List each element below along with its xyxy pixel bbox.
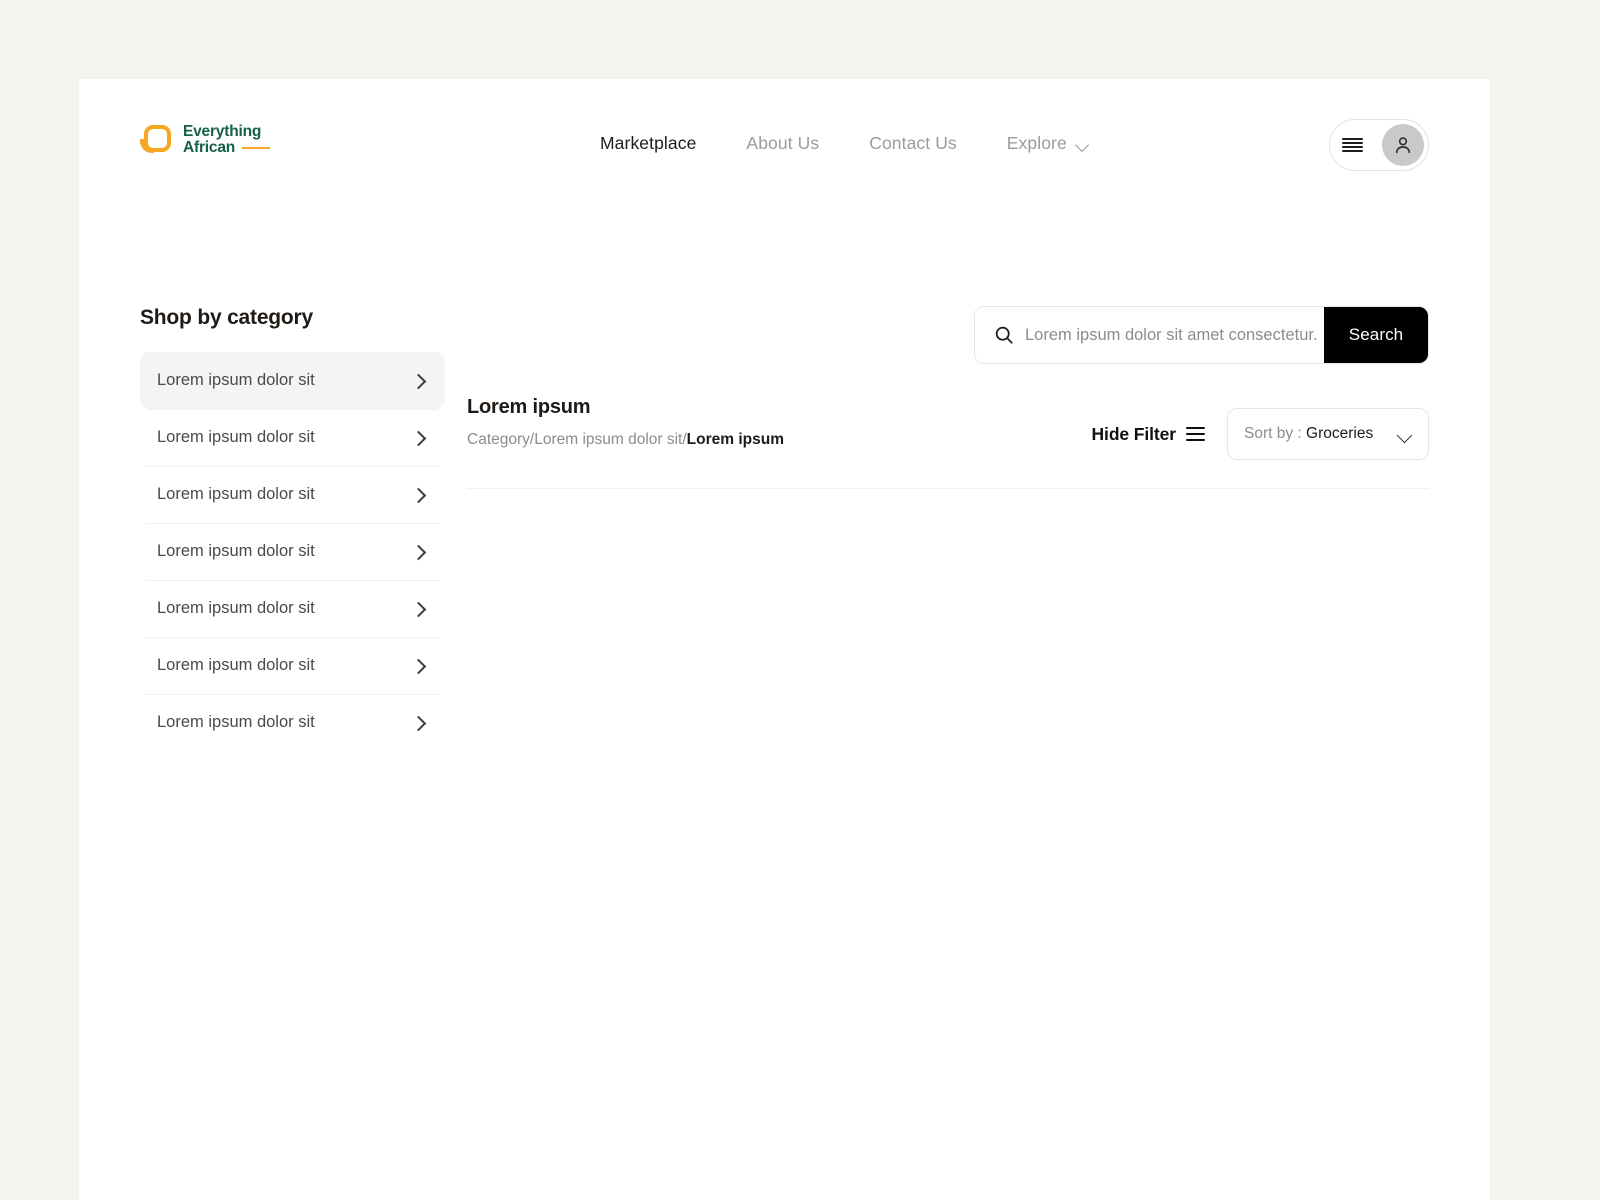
chevron-right-icon — [412, 716, 425, 729]
sidebar-item-label: Lorem ipsum dolor sit — [157, 485, 315, 503]
user-avatar-icon — [1395, 137, 1411, 154]
account-menu-pill[interactable] — [1329, 119, 1429, 171]
product-grid-container: Lorem ipsum 3.84 (32) Lorem ipsum dolor … — [467, 488, 1429, 489]
sidebar-item-category-2[interactable]: Lorem ipsum dolor sit — [140, 409, 445, 466]
sort-by-dropdown[interactable]: Sort by : Groceries — [1227, 408, 1429, 460]
chevron-down-icon — [1076, 140, 1089, 148]
brand-line-2: African — [183, 139, 236, 156]
site-header: Everything African Marketplace About Us … — [79, 79, 1490, 211]
search-bar: Search — [974, 306, 1429, 364]
results-header: Lorem ipsum Category/Lorem ipsum dolor s… — [467, 396, 1429, 466]
chevron-right-icon — [412, 659, 425, 672]
sort-by-prefix: Sort by : — [1244, 425, 1307, 442]
results-toolbar: Hide Filter Sort by : Groceries — [1092, 408, 1429, 460]
brand-line-1: Everything — [183, 122, 262, 140]
brand-line-2-row: African — [183, 139, 271, 156]
nav-item-marketplace[interactable]: Marketplace — [600, 133, 696, 154]
chevron-down-icon — [1398, 430, 1412, 439]
nav-item-explore-label: Explore — [1006, 133, 1067, 153]
sidebar-item-category-4[interactable]: Lorem ipsum dolor sit — [140, 523, 445, 580]
sidebar-item-category-1[interactable]: Lorem ipsum dolor sit — [140, 352, 445, 409]
hide-filter-label: Hide Filter — [1091, 423, 1177, 444]
sidebar-title: Shop by category — [140, 306, 314, 329]
search-icon — [993, 324, 1015, 346]
sidebar-item-label: Lorem ipsum dolor sit — [157, 599, 315, 617]
page-surface: Everything African Marketplace About Us … — [79, 79, 1490, 1200]
sidebar-item-category-6[interactable]: Lorem ipsum dolor sit — [140, 637, 445, 694]
rounded-square-logo-icon — [140, 123, 174, 157]
sidebar-item-label: Lorem ipsum dolor sit — [157, 428, 315, 446]
brand-logo[interactable]: Everything African — [140, 122, 271, 157]
nav-item-explore[interactable]: Explore — [1007, 133, 1089, 154]
chevron-right-icon — [412, 431, 425, 444]
sidebar-item-label: Lorem ipsum dolor sit — [157, 713, 315, 731]
search-box: Search — [974, 306, 1429, 364]
chevron-right-icon — [412, 374, 425, 387]
filter-lines-icon — [1186, 427, 1205, 441]
nav-item-contact-us[interactable]: Contact Us — [869, 133, 957, 154]
brand-underline-accent — [242, 147, 271, 150]
sidebar-item-category-5[interactable]: Lorem ipsum dolor sit — [140, 580, 445, 637]
sidebar-item-category-3[interactable]: Lorem ipsum dolor sit — [140, 466, 445, 523]
chevron-right-icon — [412, 488, 425, 501]
hide-filter-button[interactable]: Hide Filter — [1092, 424, 1205, 445]
category-sidebar: Shop by category Lorem ipsum dolor sit L… — [140, 306, 445, 751]
avatar[interactable] — [1382, 124, 1424, 166]
category-list: Lorem ipsum dolor sit Lorem ipsum dolor … — [140, 352, 445, 751]
brand-wordmark: Everything African — [183, 122, 271, 157]
search-button[interactable]: Search — [1324, 307, 1428, 363]
chevron-right-icon — [412, 545, 425, 558]
sort-by-value: Groceries — [1306, 425, 1374, 442]
sidebar-item-label: Lorem ipsum dolor sit — [157, 371, 315, 389]
nav-item-about-us[interactable]: About Us — [746, 133, 819, 154]
breadcrumb-prefix[interactable]: Category/Lorem ipsum dolor sit/ — [467, 431, 687, 448]
hamburger-menu-icon[interactable] — [1342, 137, 1363, 153]
chevron-right-icon — [412, 602, 425, 615]
sidebar-item-label: Lorem ipsum dolor sit — [157, 656, 315, 674]
breadcrumb-current: Lorem ipsum — [686, 431, 784, 448]
sidebar-item-label: Lorem ipsum dolor sit — [157, 542, 315, 560]
search-input[interactable] — [1025, 307, 1324, 363]
main-navigation: Marketplace About Us Contact Us Explore — [600, 133, 1089, 154]
sidebar-item-category-7[interactable]: Lorem ipsum dolor sit — [140, 694, 445, 751]
sort-by-text: Sort by : Groceries — [1244, 425, 1373, 443]
